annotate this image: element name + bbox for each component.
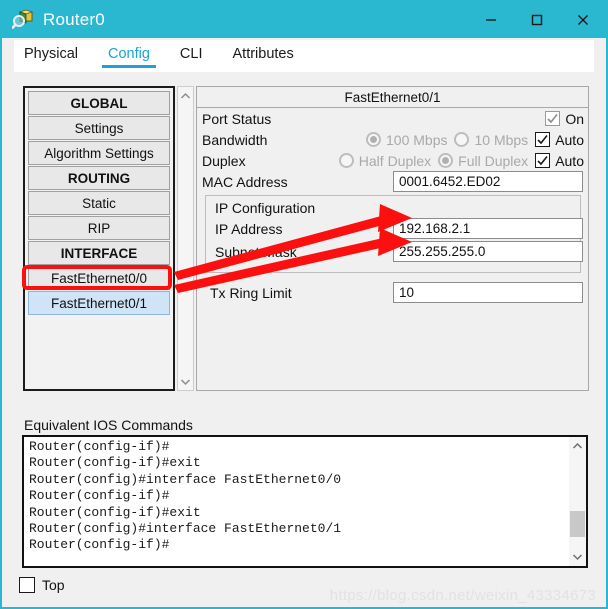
ip-configuration-label: IP Configuration bbox=[215, 200, 316, 216]
sidebar-item-routing[interactable]: ROUTING bbox=[28, 166, 170, 190]
sidebar-item-static[interactable]: Static bbox=[28, 191, 170, 215]
duplex-row: Duplex Half Duplex Full Duplex Auto bbox=[197, 150, 588, 171]
checkmark-icon bbox=[547, 114, 558, 124]
sidebar-item-interface[interactable]: INTERFACE bbox=[28, 241, 170, 265]
duplex-auto-label: Auto bbox=[555, 152, 584, 169]
bandwidth-auto-label: Auto bbox=[555, 131, 584, 148]
bandwidth-label: Bandwidth bbox=[202, 131, 268, 148]
tx-ring-limit-input[interactable]: 10 bbox=[393, 282, 583, 303]
minimize-button[interactable] bbox=[468, 2, 514, 38]
ip-address-label: IP Address bbox=[215, 221, 283, 237]
console-scrollbar[interactable] bbox=[569, 437, 586, 566]
watermark-text: https://blog.csdn.net/weixin_43334673 bbox=[329, 587, 596, 604]
chevron-up-icon bbox=[180, 92, 191, 99]
chevron-down-icon bbox=[572, 554, 583, 561]
close-icon bbox=[578, 15, 588, 25]
tab-cli[interactable]: CLI bbox=[178, 40, 205, 64]
tab-strip: Physical Config CLI Attributes bbox=[14, 40, 594, 72]
window-title: Router0 bbox=[43, 10, 105, 29]
subnet-mask-input[interactable]: 255.255.255.0 bbox=[393, 241, 583, 262]
title-bar: Router0 bbox=[2, 2, 606, 38]
subnet-mask-label: Subnet Mask bbox=[215, 244, 297, 260]
close-button[interactable] bbox=[560, 2, 606, 38]
duplex-full-label: Full Duplex bbox=[458, 152, 529, 169]
sidebar-item-rip[interactable]: RIP bbox=[28, 216, 170, 240]
duplex-half-radio[interactable] bbox=[338, 153, 354, 168]
port-status-label: Port Status bbox=[202, 110, 272, 127]
chevron-up-icon bbox=[572, 442, 583, 449]
bandwidth-auto-checkbox[interactable] bbox=[535, 132, 551, 147]
sidebar-item-global[interactable]: GLOBAL bbox=[28, 91, 170, 115]
duplex-auto-checkbox[interactable] bbox=[535, 153, 551, 168]
port-status-on-label: On bbox=[565, 110, 584, 127]
minimize-icon bbox=[486, 19, 496, 21]
bandwidth-100mbps-radio[interactable] bbox=[366, 132, 381, 147]
top-label: Top bbox=[42, 577, 65, 593]
top-checkbox[interactable] bbox=[19, 577, 35, 593]
checkmark-icon bbox=[537, 156, 548, 166]
mac-address-row: MAC Address 0001.6452.ED02 bbox=[197, 171, 588, 192]
router-magnifier-icon bbox=[11, 9, 34, 31]
checkmark-icon bbox=[537, 135, 548, 145]
sidebar-item-algorithm-settings[interactable]: Algorithm Settings bbox=[28, 141, 170, 165]
interface-config-panel: FastEthernet0/1 Port Status On Bandwidth bbox=[196, 86, 589, 391]
sidebar-item-fastethernet0-0[interactable]: FastEthernet0/0 bbox=[28, 266, 170, 290]
tx-ring-limit-label: Tx Ring Limit bbox=[210, 285, 292, 301]
mac-address-label: MAC Address bbox=[202, 173, 288, 190]
sidebar-scroll-down-button[interactable] bbox=[178, 373, 193, 390]
tab-physical[interactable]: Physical bbox=[22, 40, 80, 64]
panel-title: FastEthernet0/1 bbox=[197, 87, 588, 108]
tab-config[interactable]: Config bbox=[102, 40, 156, 68]
mac-address-input[interactable]: 0001.6452.ED02 bbox=[393, 171, 583, 192]
bandwidth-10mbps-label: 10 Mbps bbox=[474, 131, 529, 148]
footer-row: Top bbox=[19, 577, 65, 593]
bandwidth-100mbps-label: 100 Mbps bbox=[386, 131, 448, 148]
maximize-icon bbox=[531, 14, 543, 26]
console-scroll-up-button[interactable] bbox=[569, 437, 586, 455]
sidebar-scrollbar[interactable] bbox=[177, 86, 194, 391]
sidebar-item-settings[interactable]: Settings bbox=[28, 116, 170, 140]
maximize-button[interactable] bbox=[514, 2, 560, 38]
console-scroll-down-button[interactable] bbox=[569, 548, 586, 566]
duplex-half-label: Half Duplex bbox=[358, 152, 432, 169]
config-sidebar: GLOBAL Settings Algorithm Settings ROUTI… bbox=[23, 86, 175, 391]
bandwidth-row: Bandwidth 100 Mbps 10 Mbps Auto bbox=[197, 129, 588, 150]
console-output-text: Router(config-if)# Router(config-if)#exi… bbox=[29, 439, 342, 553]
sidebar-item-fastethernet0-1[interactable]: FastEthernet0/1 bbox=[28, 291, 170, 315]
port-status-row: Port Status On bbox=[197, 108, 588, 129]
router-config-window: Router0 Physical Config CLI Attributes G… bbox=[0, 0, 608, 609]
chevron-down-icon bbox=[180, 378, 191, 385]
window-controls bbox=[468, 2, 606, 38]
tab-attributes[interactable]: Attributes bbox=[231, 40, 296, 64]
config-tab-content: GLOBAL Settings Algorithm Settings ROUTI… bbox=[4, 72, 604, 607]
duplex-label: Duplex bbox=[202, 152, 246, 169]
ip-address-input[interactable]: 192.168.2.1 bbox=[393, 218, 583, 239]
duplex-full-radio[interactable] bbox=[438, 153, 454, 168]
sidebar-scroll-up-button[interactable] bbox=[178, 87, 193, 104]
console-scroll-thumb[interactable] bbox=[570, 511, 585, 537]
port-status-checkbox[interactable] bbox=[545, 111, 561, 126]
ip-configuration-group: IP Configuration IP Address 192.168.2.1 … bbox=[205, 195, 583, 273]
ios-commands-console[interactable]: Router(config-if)# Router(config-if)#exi… bbox=[22, 435, 588, 568]
bandwidth-10mbps-radio[interactable] bbox=[454, 132, 470, 147]
equivalent-ios-commands-label: Equivalent IOS Commands bbox=[24, 417, 193, 433]
